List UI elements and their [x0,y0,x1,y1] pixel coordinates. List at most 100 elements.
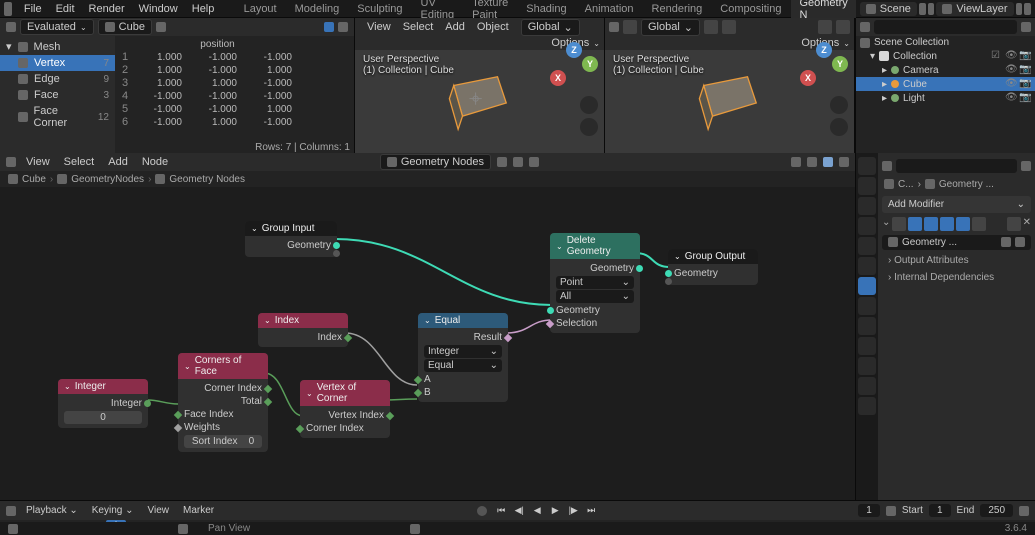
socket-out-index[interactable] [344,333,352,341]
axis-x[interactable]: X [800,70,816,86]
tab-modeling[interactable]: Modeling [287,1,348,17]
add-modifier-button[interactable]: Add Modifier⌄ [882,196,1031,213]
eval-dropdown[interactable]: Evaluated ⌄ [20,19,94,35]
spreadsheet-editor-icon[interactable] [6,22,16,32]
nodetree-field[interactable]: Geometry ... [882,235,1031,250]
tl-view[interactable]: View [144,504,174,517]
zoom-icon[interactable] [830,96,848,114]
bread-obj[interactable]: C... [898,179,914,190]
domain-facecorner[interactable]: Face Corner12 [0,103,115,131]
eye-icon[interactable]: 👁 [1005,78,1017,90]
outliner-scene[interactable]: Scene Collection [856,36,1035,49]
tab-material[interactable] [858,377,876,395]
render-icon[interactable]: 📷 [1019,78,1031,90]
ne-opt1-icon[interactable] [791,157,801,167]
geonodes-editor-icon[interactable] [6,157,16,167]
start-frame[interactable]: 1 [929,504,951,517]
mod-toggle-1[interactable] [908,217,922,231]
node-vertex-of-corner[interactable]: ⌄Vertex of Corner Vertex Index Corner In… [300,380,390,438]
menu-help[interactable]: Help [186,1,221,17]
mod-toggle-2[interactable] [924,217,938,231]
menu-window[interactable]: Window [133,1,184,17]
render-icon[interactable]: 📷 [1019,92,1031,104]
unlink-icon[interactable] [1015,237,1025,247]
axis-x[interactable]: X [550,70,566,86]
socket-in-a[interactable] [414,375,422,383]
tab-output[interactable] [858,177,876,195]
eye-icon[interactable]: 👁 [1005,50,1017,62]
zoom-icon[interactable] [580,96,598,114]
vp-add[interactable]: Add [441,20,469,34]
viewlayer-del-icon[interactable] [1024,3,1031,15]
menu-file[interactable]: File [18,1,48,17]
mod-toggle-4[interactable] [956,217,970,231]
camera-view-icon[interactable] [580,118,598,136]
outliner-search[interactable] [874,20,1017,34]
tab-layout[interactable]: Layout [236,1,285,17]
tl-marker[interactable]: Marker [179,504,218,517]
mode-dropdown[interactable]: All⌄ [556,290,634,303]
viewport-editor-icon[interactable] [609,22,619,32]
socket-out-corner[interactable] [264,384,272,392]
props-opt-icon[interactable] [1021,161,1031,171]
menu-edit[interactable]: Edit [50,1,81,17]
bread-mod[interactable]: Geometry ... [939,179,994,190]
domain-dropdown[interactable]: Point⌄ [556,276,634,289]
output-attributes[interactable]: › Output Attributes [882,252,1031,269]
filter-icon[interactable] [1021,22,1031,32]
tl-playback[interactable]: Playback ⌄ [22,504,82,517]
axis-y[interactable]: Y [582,56,598,72]
node-corners-of-face[interactable]: ⌄Corners of Face Corner Index Total Face… [178,353,268,452]
clock-icon[interactable] [886,506,896,516]
nodetree-dropdown[interactable]: Geometry Nodes [380,154,491,170]
tab-data[interactable] [858,357,876,375]
mod-toggle-3[interactable] [940,217,954,231]
mod-toggle-5[interactable] [972,217,986,231]
scene-del-icon[interactable] [928,3,935,15]
tl-keying[interactable]: Keying ⌄ [88,504,138,517]
type-dropdown[interactable]: Integer⌄ [424,345,502,358]
tab-rendering[interactable]: Rendering [644,1,711,17]
props-editor-icon[interactable] [882,161,892,171]
socket-in-face[interactable] [174,410,182,418]
ne-opt2-icon[interactable] [807,157,817,167]
socket-out-total[interactable] [264,397,272,405]
jump-end-icon[interactable]: ⏭ [583,504,599,518]
shading-icon[interactable] [836,20,850,34]
viewport-object[interactable] [685,68,775,138]
node-equal[interactable]: ⌄Equal Result Integer⌄ Equal⌄ A B [418,313,508,402]
socket-out-int[interactable] [144,400,151,407]
render-icon[interactable]: 📷 [1019,64,1031,76]
snap-icon[interactable] [704,20,718,34]
play-icon[interactable]: ▶ [547,504,563,518]
socket-in-geo[interactable] [665,270,672,277]
pin-icon[interactable] [497,157,507,167]
outliner-item[interactable]: ▸Cube👁📷 [856,77,1035,91]
keyframe-next-icon[interactable]: |▶ [565,504,581,518]
ne-add[interactable]: Add [104,155,132,169]
vp-object[interactable]: Object [473,20,513,34]
tab-scene[interactable] [858,217,876,235]
mesh-row[interactable]: ▾Mesh [0,38,115,55]
tab-texture[interactable] [858,397,876,415]
tab-world[interactable] [858,237,876,255]
keyframe-prev-icon[interactable]: ◀| [511,504,527,518]
tab-render[interactable] [858,157,876,175]
socket-out-geo[interactable] [636,265,643,272]
tab-modifier[interactable] [858,277,876,295]
mod-extra-icon[interactable] [1007,217,1021,231]
socket-out-extend[interactable] [333,250,340,257]
node-group-input[interactable]: ⌄Group Input Geometry [245,221,337,257]
socket-in-cidx[interactable] [296,424,304,432]
axis-z[interactable]: Z [566,42,582,58]
domain-vertex[interactable]: Vertex7 [0,55,115,71]
sort-index-field[interactable]: Sort Index 0 [184,435,262,448]
vp-select[interactable]: Select [399,20,438,34]
prop-edit-icon[interactable] [722,20,736,34]
socket-out-result[interactable] [504,333,512,341]
props-search[interactable] [896,159,1017,173]
shield-icon[interactable] [513,157,523,167]
viewport-object[interactable] [435,68,525,138]
socket-out-vidx[interactable] [386,411,394,419]
mode-icon[interactable] [623,20,637,34]
